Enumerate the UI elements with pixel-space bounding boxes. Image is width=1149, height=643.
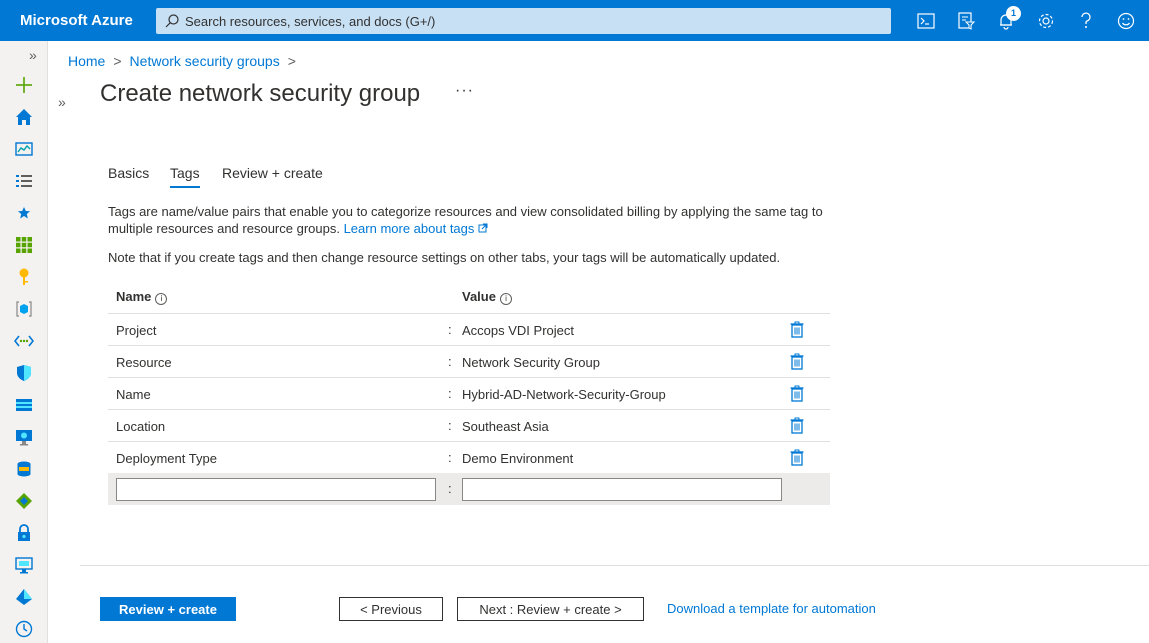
learn-more-link-text: Learn more about tags bbox=[343, 221, 475, 236]
resource-groups-icon[interactable] bbox=[14, 299, 34, 319]
tags-note: Note that if you create tags and then ch… bbox=[108, 250, 781, 265]
tag-name[interactable]: Project bbox=[116, 323, 156, 338]
download-template-link[interactable]: Download a template for automation bbox=[667, 601, 876, 616]
feedback-icon[interactable] bbox=[1115, 10, 1137, 32]
breadcrumb-home[interactable]: Home bbox=[68, 53, 105, 69]
tag-name[interactable]: Resource bbox=[116, 355, 172, 370]
tag-value[interactable]: Southeast Asia bbox=[462, 419, 549, 434]
devops-icon[interactable] bbox=[14, 491, 34, 511]
tag-value[interactable]: Network Security Group bbox=[462, 355, 600, 370]
tag-separator: : bbox=[448, 481, 452, 496]
tag-value[interactable]: Demo Environment bbox=[462, 451, 573, 466]
tab-basics[interactable]: Basics bbox=[108, 165, 149, 181]
notification-badge: 1 bbox=[1006, 6, 1021, 21]
more-options-button[interactable]: ··· bbox=[455, 82, 474, 100]
info-icon[interactable]: i bbox=[499, 293, 512, 305]
page-title: Create network security group bbox=[100, 80, 421, 107]
sql-icon[interactable] bbox=[14, 459, 34, 479]
virtual-desktop-icon[interactable] bbox=[14, 555, 34, 575]
cloud-shell-icon[interactable] bbox=[915, 10, 937, 32]
monitor-icon[interactable] bbox=[14, 427, 34, 447]
home-icon[interactable] bbox=[14, 107, 34, 127]
security-icon[interactable] bbox=[14, 363, 34, 383]
tag-separator: : bbox=[448, 418, 452, 433]
external-link-icon bbox=[478, 223, 488, 233]
column-header-value-label: Value bbox=[462, 289, 496, 304]
delete-icon[interactable] bbox=[790, 385, 804, 402]
table-row: Project : Accops VDI Project bbox=[108, 313, 830, 345]
tag-separator: : bbox=[448, 386, 452, 401]
tag-separator: : bbox=[448, 450, 452, 465]
delete-icon[interactable] bbox=[790, 321, 804, 338]
info-icon[interactable]: i bbox=[155, 293, 168, 305]
lock-icon[interactable] bbox=[14, 523, 34, 543]
breadcrumb: Home > Network security groups > bbox=[68, 53, 304, 69]
footer-divider bbox=[80, 565, 1149, 566]
help-icon[interactable] bbox=[1075, 10, 1097, 32]
tag-separator: : bbox=[448, 322, 452, 337]
all-services-icon[interactable] bbox=[14, 171, 34, 191]
previous-button[interactable]: < Previous bbox=[339, 597, 443, 621]
breadcrumb-network-security-groups[interactable]: Network security groups bbox=[130, 53, 280, 69]
table-row: Location : Southeast Asia bbox=[108, 409, 830, 441]
column-header-value: Value i bbox=[462, 289, 512, 305]
tag-value[interactable]: Hybrid-AD-Network-Security-Group bbox=[462, 387, 666, 402]
key-icon[interactable] bbox=[14, 267, 34, 287]
settings-icon[interactable] bbox=[1035, 10, 1057, 32]
directory-filter-icon[interactable] bbox=[955, 10, 977, 32]
brand-title[interactable]: Microsoft Azure bbox=[20, 12, 133, 29]
network-icon[interactable] bbox=[14, 331, 34, 351]
breadcrumb-separator: > bbox=[287, 53, 296, 69]
create-resource-icon[interactable] bbox=[14, 75, 34, 95]
column-header-name-label: Name bbox=[116, 289, 152, 304]
tag-separator: : bbox=[448, 354, 452, 369]
table-row: Deployment Type : Demo Environment bbox=[108, 441, 830, 473]
learn-more-link[interactable]: Learn more about tags bbox=[344, 221, 488, 236]
new-tag-name-input[interactable] bbox=[116, 478, 436, 501]
storage-icon[interactable] bbox=[14, 395, 34, 415]
recent-icon[interactable] bbox=[14, 619, 34, 639]
collapse-panel-button[interactable]: » bbox=[58, 94, 66, 110]
delete-icon[interactable] bbox=[790, 449, 804, 466]
tag-name[interactable]: Deployment Type bbox=[116, 451, 217, 466]
review-create-button[interactable]: Review + create bbox=[100, 597, 236, 621]
global-search[interactable]: Search resources, services, and docs (G+… bbox=[156, 8, 891, 34]
favorites-icon[interactable] bbox=[14, 203, 34, 223]
top-bar: Microsoft Azure Search resources, servic… bbox=[0, 0, 1149, 41]
column-header-name: Name i bbox=[116, 289, 168, 305]
all-resources-icon[interactable] bbox=[14, 235, 34, 255]
tag-name[interactable]: Location bbox=[116, 419, 165, 434]
tags-description: Tags are name/value pairs that enable yo… bbox=[108, 203, 838, 237]
tag-name[interactable]: Name bbox=[116, 387, 151, 402]
delete-icon[interactable] bbox=[790, 417, 804, 434]
expand-menu-button[interactable]: » bbox=[29, 47, 37, 63]
new-tag-row: : bbox=[108, 473, 830, 505]
table-row: Resource : Network Security Group bbox=[108, 345, 830, 377]
tab-review-create[interactable]: Review + create bbox=[222, 165, 323, 181]
search-icon bbox=[165, 14, 179, 28]
search-placeholder: Search resources, services, and docs (G+… bbox=[185, 14, 436, 29]
new-tag-value-input[interactable] bbox=[462, 478, 782, 501]
azure-ad-icon[interactable] bbox=[14, 587, 34, 607]
delete-icon[interactable] bbox=[790, 353, 804, 370]
breadcrumb-separator: > bbox=[113, 53, 122, 69]
tab-tags[interactable]: Tags bbox=[170, 165, 200, 188]
table-row: Name : Hybrid-AD-Network-Security-Group bbox=[108, 377, 830, 409]
tag-value[interactable]: Accops VDI Project bbox=[462, 323, 574, 338]
dashboard-icon[interactable] bbox=[14, 139, 34, 159]
next-button[interactable]: Next : Review + create > bbox=[457, 597, 644, 621]
